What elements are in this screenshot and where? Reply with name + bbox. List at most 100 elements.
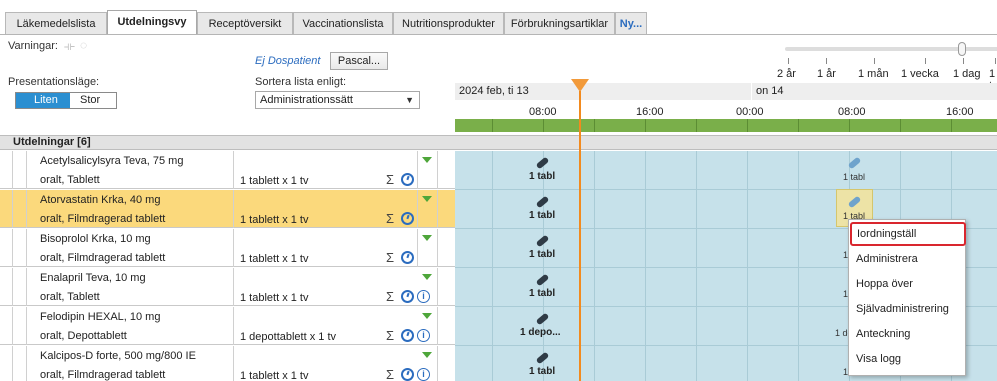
tab-forbrukningsartiklar[interactable]: Förbrukningsartiklar (504, 12, 615, 35)
schedule-tick (696, 119, 697, 132)
col-divider (233, 346, 234, 381)
dose-text: 1 tablett x 1 tv (240, 253, 309, 265)
tab-vaccinationslista[interactable]: Vaccinationslista (293, 12, 393, 35)
table-row[interactable]: Kalcipos-D forte, 500 mg/800 IE oralt, F… (0, 346, 455, 381)
tab-nutritionsprodukter[interactable]: Nutritionsprodukter (393, 12, 504, 35)
zoom-label[interactable]: 2 år (777, 68, 796, 80)
table-row[interactable]: Acetylsalicylsyra Teva, 75 mg oralt, Tab… (0, 151, 455, 189)
drug-name: Felodipin HEXAL, 10 mg (40, 311, 161, 323)
pill-icon[interactable] (848, 158, 862, 167)
pill-icon[interactable] (536, 158, 550, 167)
controls-panel: Varningar: ⟛ ◌ Ej Dospatient Pascal... P… (0, 35, 455, 135)
info-icon[interactable]: i (417, 329, 430, 342)
zoom-label[interactable]: 1 vecka (901, 68, 939, 80)
sum-icon[interactable]: Σ (386, 328, 394, 343)
expand-triangle-icon[interactable] (422, 235, 432, 241)
info-icon[interactable]: i (417, 290, 430, 303)
sort-select-value: Administrationssätt (260, 94, 353, 106)
expand-triangle-icon[interactable] (422, 352, 432, 358)
menu-item-sjalvadministrering[interactable]: Självadministrering (849, 297, 965, 321)
zoom-label[interactable]: 1 mån (858, 68, 889, 80)
zoom-slider-thumb[interactable] (958, 42, 966, 56)
expand-triangle-icon[interactable] (422, 196, 432, 202)
zoom-tick (995, 58, 996, 64)
pill-icon[interactable] (536, 353, 550, 362)
sum-icon[interactable]: Σ (386, 250, 394, 265)
seg-large-button[interactable]: Stor (70, 93, 116, 108)
tab-receptoversikt[interactable]: Receptöversikt (197, 12, 293, 35)
expand-triangle-icon[interactable] (422, 157, 432, 163)
tab-new[interactable]: Ny... (615, 12, 647, 35)
clock-icon[interactable] (401, 290, 414, 303)
col-divider (26, 190, 27, 228)
clock-icon[interactable] (401, 251, 414, 264)
col-divider (26, 151, 27, 189)
clock-icon[interactable] (401, 329, 414, 342)
clock-icon[interactable] (401, 368, 414, 381)
tab-utdelningsvy[interactable]: Utdelningsvy (107, 10, 197, 35)
table-row[interactable]: Bisoprolol Krka, 10 mg oralt, Filmdrager… (0, 229, 455, 267)
sort-select[interactable]: Administrationssätt ▼ (255, 91, 420, 109)
grid-line (696, 151, 697, 381)
dose-marker-label[interactable]: 1 tabl (529, 249, 555, 260)
schedule-tick (594, 119, 595, 132)
sum-icon[interactable]: Σ (386, 211, 394, 226)
menu-item-iordningstall[interactable]: Iordningställ (850, 222, 966, 246)
drug-form: oralt, Tablett (40, 291, 100, 303)
sum-icon[interactable]: Σ (386, 172, 394, 187)
menu-item-anteckning[interactable]: Anteckning (849, 322, 965, 346)
dose-marker-label[interactable]: 1 tabl (529, 366, 555, 377)
sum-icon[interactable]: Σ (386, 289, 394, 304)
drug-name: Bisoprolol Krka, 10 mg (40, 233, 151, 245)
pill-icon[interactable] (536, 236, 550, 245)
drug-name: Enalapril Teva, 10 mg (40, 272, 146, 284)
table-row[interactable]: Enalapril Teva, 10 mg oralt, Tablett 1 t… (0, 268, 455, 306)
col-divider (12, 190, 13, 228)
menu-item-hoppa-over[interactable]: Hoppa över (849, 272, 965, 296)
clock-icon[interactable] (401, 212, 414, 225)
zoom-label[interactable]: 1 år (817, 68, 836, 80)
dose-marker-label[interactable]: 1 tabl (529, 288, 555, 299)
table-row-selected[interactable]: Atorvastatin Krka, 40 mg oralt, Filmdrag… (0, 190, 455, 228)
pill-icon[interactable] (848, 197, 862, 206)
presentation-label: Presentationsläge: (8, 76, 100, 88)
menu-item-administrera[interactable]: Administrera (849, 247, 965, 271)
hour-label: 08:00 (838, 106, 866, 118)
col-divider (417, 229, 418, 267)
section-header: Utdelningar [6] (0, 135, 997, 150)
pill-icon[interactable] (536, 197, 550, 206)
day-band-2: on 14 (752, 83, 997, 100)
dose-text: 1 depottablett x 1 tv (240, 331, 337, 343)
info-icon[interactable]: i (417, 368, 430, 381)
pill-icon[interactable] (536, 275, 550, 284)
current-time-line (579, 91, 581, 381)
schedule-tick (951, 119, 952, 132)
clock-icon[interactable] (401, 173, 414, 186)
dose-text: 1 tablett x 1 tv (240, 214, 309, 226)
drug-form: oralt, Filmdragerad tablett (40, 252, 166, 264)
col-divider (26, 307, 27, 345)
col-divider (233, 151, 234, 189)
dose-marker-label[interactable]: 1 tabl (529, 210, 555, 221)
dospatient-link[interactable]: Ej Dospatient (255, 55, 320, 67)
sum-icon[interactable]: Σ (386, 367, 394, 381)
table-row[interactable]: Felodipin HEXAL, 10 mg oralt, Depottable… (0, 307, 455, 345)
seg-small-button[interactable]: Liten (16, 93, 70, 108)
zoom-label[interactable]: 1 dag (953, 68, 981, 80)
pascal-button[interactable]: Pascal... (330, 52, 388, 70)
dose-marker-label[interactable]: 1 depo... (520, 327, 561, 338)
dose-marker-label[interactable]: 1 tabl (529, 171, 555, 182)
zoom-tick (963, 58, 964, 64)
expand-triangle-icon[interactable] (422, 313, 432, 319)
tab-lakemedelslista[interactable]: Läkemedelslista (5, 12, 107, 35)
grid-line (798, 151, 799, 381)
dose-marker-label[interactable]: 1 tabl (843, 172, 865, 182)
col-divider (233, 190, 234, 228)
hour-label: 16:00 (946, 106, 974, 118)
pill-icon[interactable] (536, 314, 550, 323)
expand-triangle-icon[interactable] (422, 274, 432, 280)
schedule-bar (455, 119, 997, 132)
grid-line (543, 151, 544, 381)
col-divider (437, 190, 438, 228)
menu-item-visa-logg[interactable]: Visa logg (849, 347, 965, 371)
